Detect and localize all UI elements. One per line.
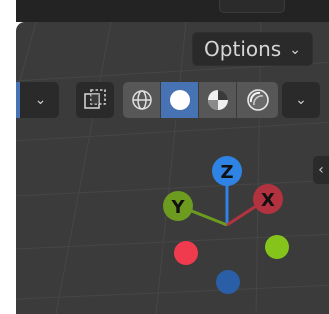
gizmo-y-axis[interactable]: Y bbox=[163, 191, 193, 221]
z-axis-label: Z bbox=[220, 162, 233, 183]
gizmo-x-axis[interactable]: X bbox=[253, 184, 283, 214]
blender-window: Options ⌄ ⌄ ⌄ ‹ Z Y X bbox=[0, 0, 329, 314]
gizmo-negative-z[interactable] bbox=[216, 270, 240, 294]
header-tab[interactable] bbox=[219, 0, 285, 13]
navigation-gizmo: Z Y X bbox=[163, 156, 289, 294]
y-axis-label: Y bbox=[170, 197, 185, 218]
x-axis-label: X bbox=[261, 190, 275, 211]
top-header-bar bbox=[16, 0, 329, 22]
gizmo-z-axis[interactable]: Z bbox=[212, 156, 242, 186]
gizmo-negative-y[interactable] bbox=[265, 235, 289, 259]
gizmo-negative-x[interactable] bbox=[174, 241, 198, 265]
3d-viewport[interactable]: Options ⌄ ⌄ ⌄ ‹ Z Y X bbox=[16, 22, 329, 314]
